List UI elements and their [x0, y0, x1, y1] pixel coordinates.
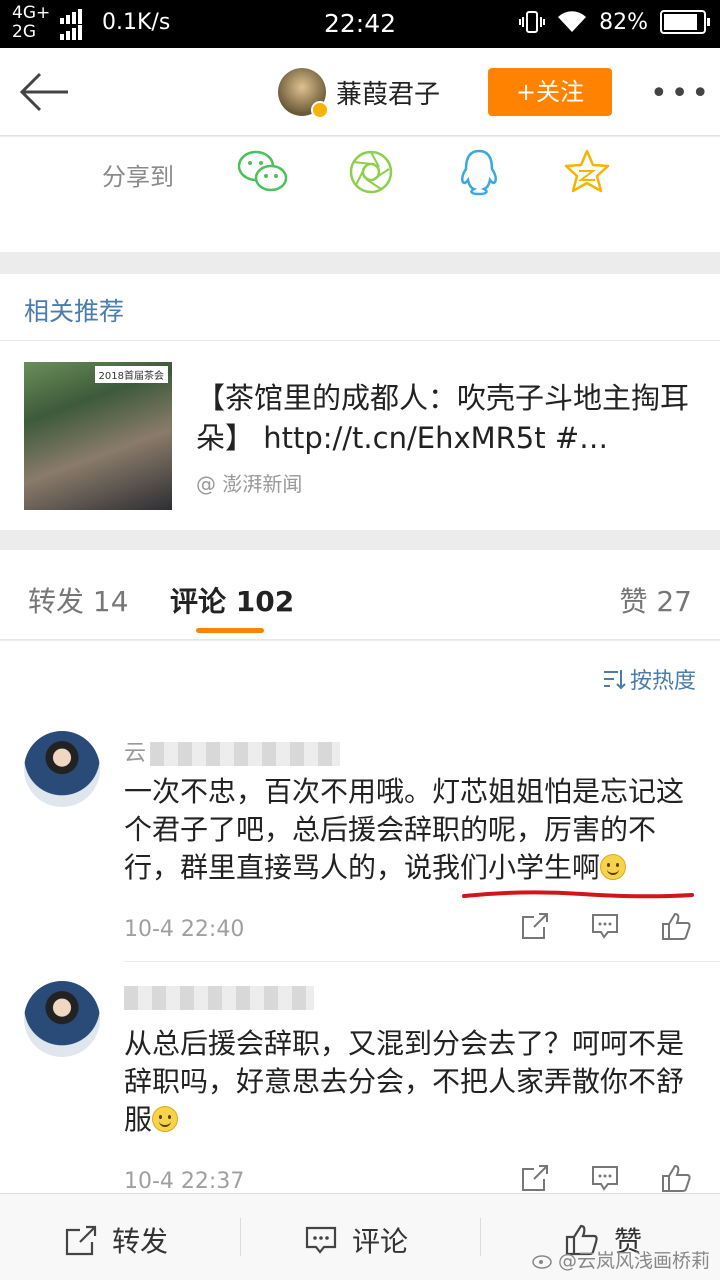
smile-emoji-icon — [152, 1106, 179, 1132]
battery-icon — [660, 10, 710, 34]
verified-badge-icon — [311, 101, 329, 119]
comment-button[interactable]: 评论 — [304, 1220, 408, 1260]
comment-highlight: 说我们小学生啊 — [404, 851, 601, 884]
wifi-icon — [558, 11, 587, 33]
back-arrow-icon[interactable] — [16, 70, 72, 114]
more-options-icon[interactable]: ••• — [650, 76, 712, 111]
name-prefix: 云 — [124, 741, 147, 766]
comment-text: 一次不忠，百次不用哦。灯芯姐姐怕是忘记这个君子了吧，总后援会辞职的呢，厉害的不行… — [124, 773, 696, 887]
repost-icon[interactable] — [520, 911, 550, 941]
smile-emoji-icon — [600, 854, 627, 880]
commenter-name[interactable]: 云 — [124, 735, 341, 767]
interaction-tabs: 转发 14 评论 102 赞 27 — [0, 550, 720, 640]
comment-body: 从总后援会辞职，又混到分会去了？呵呵不是辞职吗，好意思去分会，不把人家弄散你不舒… — [124, 1027, 685, 1136]
qq-icon[interactable] — [452, 147, 506, 197]
author-name[interactable]: 蒹葭君子 — [336, 74, 440, 111]
share-section: 分享到 — [0, 137, 720, 252]
thumbnail-tag: 2018首届茶会 — [94, 366, 168, 383]
wechat-icon[interactable] — [236, 147, 290, 197]
divider — [0, 340, 720, 341]
comment-text: 从总后援会辞职，又混到分会去了？呵呵不是辞职吗，好意思去分会，不把人家弄散你不舒… — [124, 1025, 696, 1139]
status-bar: 4G+ 2G 0.1K/s 22:42 82% — [0, 0, 720, 48]
like-icon[interactable] — [660, 911, 692, 941]
comment-label: 评论 — [352, 1225, 409, 1258]
tab-comment[interactable]: 评论 102 — [170, 580, 294, 620]
recommend-headline[interactable]: 【茶馆里的成都人：吹壳子斗地主掏耳朵】 http://t.cn/EhxMR5t … — [196, 378, 696, 458]
comment-icon[interactable] — [590, 911, 620, 941]
sort-icon — [603, 670, 626, 690]
section-title: 相关推荐 — [24, 297, 125, 326]
recommend-thumbnail[interactable]: 2018首届茶会 — [24, 362, 172, 510]
like-icon[interactable] — [660, 1163, 692, 1193]
name-blur — [150, 742, 341, 766]
comment-icon[interactable] — [590, 1163, 620, 1193]
battery-percent: 82% — [599, 9, 648, 35]
vibrate-icon — [519, 11, 546, 33]
comment-list: 按热度 云 一次不忠，百次不用哦。灯芯姐姐怕是忘记这个君子了吧，总后援会辞职的呢… — [0, 641, 720, 1193]
red-underline-annotation — [462, 890, 694, 899]
moments-icon[interactable] — [344, 147, 398, 197]
author-info[interactable]: 蒹葭君子 — [278, 68, 440, 119]
divider — [240, 1218, 241, 1256]
tab-repost[interactable]: 转发 14 — [28, 580, 129, 620]
commenter-avatar[interactable] — [24, 981, 100, 1057]
active-tab-indicator — [196, 628, 264, 633]
name-blur — [124, 986, 314, 1010]
repost-button[interactable]: 转发 — [64, 1220, 168, 1260]
comment-divider — [124, 961, 720, 962]
repost-label: 转发 — [112, 1225, 169, 1258]
weibo-watermark: @云岚风浅画桥莉 — [532, 1246, 710, 1273]
follow-button[interactable]: +关注 — [488, 68, 612, 116]
qzone-icon[interactable] — [560, 147, 614, 197]
commenter-name[interactable] — [124, 985, 314, 1010]
comment-icon — [305, 1226, 337, 1254]
author-avatar[interactable] — [278, 68, 329, 119]
tab-like[interactable]: 赞 27 — [619, 580, 692, 620]
repost-icon[interactable] — [520, 1163, 550, 1193]
sort-by-hot-button[interactable]: 按热度 — [602, 663, 696, 695]
top-nav: 蒹葭君子 +关注 ••• — [0, 48, 720, 136]
comment-time: 10-4 22:40 — [124, 917, 245, 942]
divider — [480, 1218, 481, 1256]
weibo-logo-icon — [532, 1254, 552, 1269]
related-recommend-section: 相关推荐 2018首届茶会 【茶馆里的成都人：吹壳子斗地主掏耳朵】 http:/… — [0, 274, 720, 530]
recommend-source[interactable]: @ 澎湃新闻 — [196, 468, 302, 497]
watermark-text: @云岚风浅画桥莉 — [557, 1250, 710, 1272]
sort-label: 按热度 — [629, 669, 696, 694]
share-label: 分享到 — [102, 163, 174, 191]
comment-time: 10-4 22:37 — [124, 1169, 245, 1193]
repost-icon — [65, 1225, 97, 1256]
commenter-avatar[interactable] — [24, 731, 100, 807]
